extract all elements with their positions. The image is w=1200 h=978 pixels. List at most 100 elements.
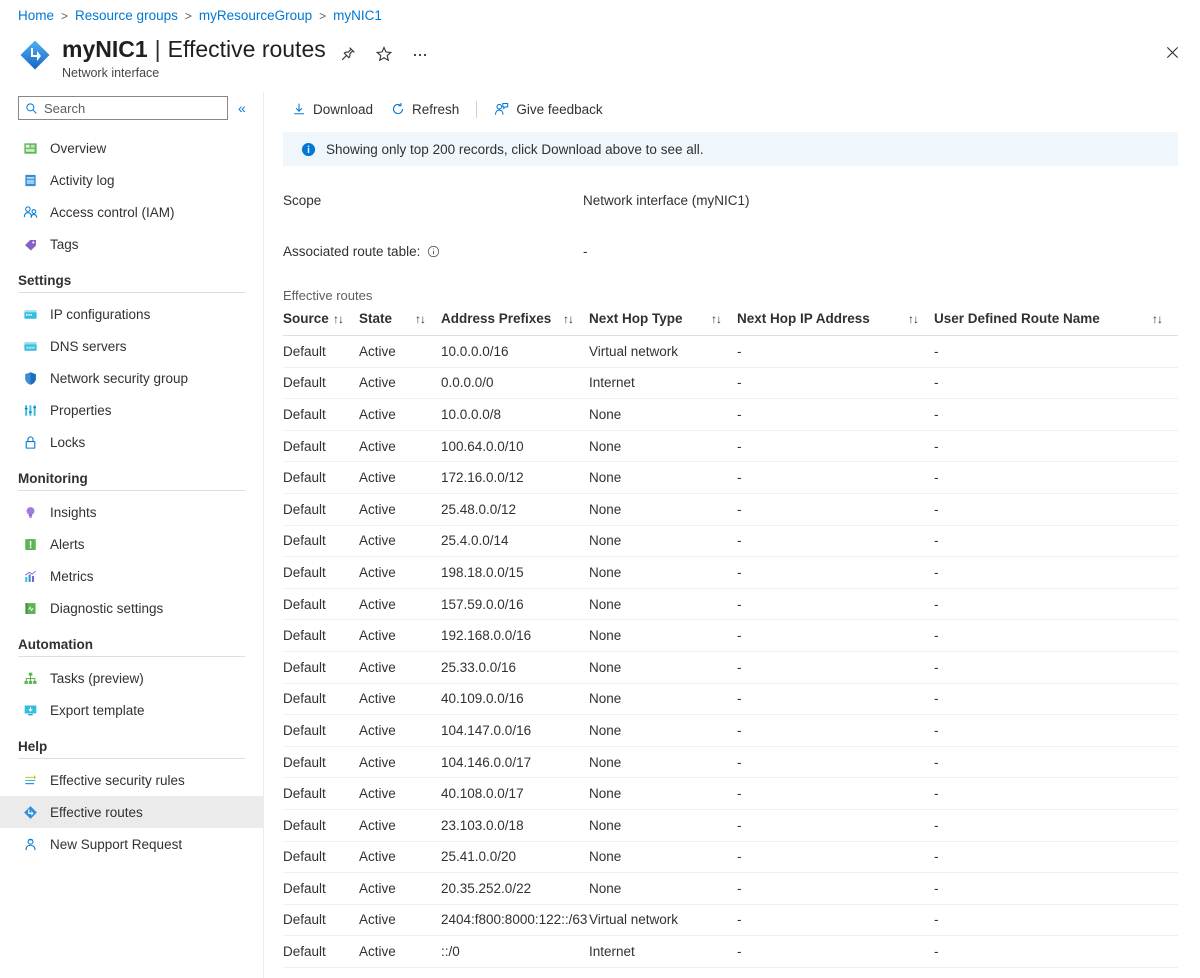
breadcrumb-item-mynic1[interactable]: myNIC1 xyxy=(333,8,382,23)
table-row[interactable]: Default Active 23.103.0.0/18 None - - xyxy=(283,809,1178,842)
column-header-next-hop-ip-address[interactable]: Next Hop IP Address ↑↓ xyxy=(737,311,934,336)
table-row[interactable]: Default Active 2404:f800:8000:122::/63 Virt… xyxy=(283,904,1178,937)
sort-icon-user-defined-route-name[interactable]: ↑↓ xyxy=(1152,312,1178,326)
download-label: Download xyxy=(313,101,374,117)
download-button[interactable]: Download xyxy=(283,95,382,123)
close-icon[interactable] xyxy=(1161,41,1183,63)
cell-state: Active xyxy=(359,619,441,652)
sidebar-item-properties[interactable]: Properties xyxy=(0,394,263,426)
table-row[interactable]: Default Active 0.0.0.0/0 Internet - - xyxy=(283,367,1178,400)
column-header-state[interactable]: State ↑↓ xyxy=(359,311,441,336)
sidebar-item-export-template[interactable]: Export template xyxy=(0,694,263,726)
table-row[interactable]: Default Active 25.41.0.0/20 None - - xyxy=(283,841,1178,874)
column-header-address-prefixes[interactable]: Address Prefixes ↑↓ xyxy=(441,311,589,336)
sidebar-item-locks[interactable]: Locks xyxy=(0,426,263,458)
sort-icon-source[interactable]: ↑↓ xyxy=(333,312,359,326)
column-header-label: Next Hop IP Address xyxy=(737,311,870,326)
breadcrumb-item-resource-groups[interactable]: Resource groups xyxy=(75,8,178,23)
cell-address-prefixes: 25.41.0.0/20 xyxy=(441,841,589,874)
sidebar-item-tasks[interactable]: Tasks (preview) xyxy=(0,662,263,694)
sidebar-item-tags[interactable]: Tags xyxy=(0,228,263,260)
alerts-icon xyxy=(22,536,39,553)
column-header-user-defined-route-name[interactable]: User Defined Route Name ↑↓ xyxy=(934,311,1178,336)
sidebar-item-network-security-group[interactable]: Network security group xyxy=(0,362,263,394)
metrics-icon xyxy=(22,568,39,585)
sidebar-item-ip-configurations[interactable]: IP configurations xyxy=(0,298,263,330)
search-box[interactable] xyxy=(18,96,228,120)
cell-next-hop-type: None xyxy=(589,714,737,747)
table-row[interactable]: Default Active 10.0.0.0/8 None - - xyxy=(283,398,1178,431)
cell-source: Default xyxy=(283,809,359,842)
sidebar-item-diagnostic-settings[interactable]: Diagnostic settings xyxy=(0,592,263,624)
cell-source: Default xyxy=(283,683,359,716)
search-input[interactable] xyxy=(38,98,208,118)
sidebar-collapse-icon[interactable]: « xyxy=(236,99,248,117)
sidebar-item-label: Effective security rules xyxy=(50,772,185,788)
cell-user-defined-route-name: - xyxy=(934,430,1178,463)
lock-icon xyxy=(22,434,39,451)
table-row[interactable]: Default Active 25.4.0.0/14 None - - xyxy=(283,525,1178,558)
cell-user-defined-route-name: - xyxy=(934,651,1178,684)
cell-address-prefixes: 40.109.0.0/16 xyxy=(441,683,589,716)
sidebar-item-overview[interactable]: Overview xyxy=(0,132,263,164)
table-row[interactable]: Default Active 172.16.0.0/12 None - - xyxy=(283,461,1178,494)
sidebar-item-label: Effective routes xyxy=(50,804,143,820)
column-header-next-hop-type[interactable]: Next Hop Type ↑↓ xyxy=(589,311,737,336)
breadcrumb-item-home[interactable]: Home xyxy=(18,8,54,23)
sidebar-item-label: Network security group xyxy=(50,370,189,386)
table-row[interactable]: Default Active 100.64.0.0/10 None - - xyxy=(283,430,1178,463)
search-icon xyxy=(25,102,38,115)
dns-servers-icon: www xyxy=(22,338,39,355)
table-row[interactable]: Default Active 20.35.252.0/22 None - - xyxy=(283,872,1178,905)
breadcrumb-item-myresourcegroup[interactable]: myResourceGroup xyxy=(199,8,312,23)
sidebar-item-new-support-request[interactable]: New Support Request xyxy=(0,828,263,860)
sidebar-item-label: Tags xyxy=(50,236,79,252)
sort-icon-next-hop-type[interactable]: ↑↓ xyxy=(711,312,737,326)
cell-next-hop-type: None xyxy=(589,841,737,874)
column-header-source[interactable]: Source ↑↓ xyxy=(283,311,359,336)
cell-address-prefixes: 25.33.0.0/16 xyxy=(441,651,589,684)
sidebar-item-access-control[interactable]: Access control (IAM) xyxy=(0,196,263,228)
cell-address-prefixes: 25.48.0.0/12 xyxy=(441,493,589,526)
sort-icon-state[interactable]: ↑↓ xyxy=(415,312,441,326)
table-row[interactable]: Default Active::/0 Internet - - xyxy=(283,935,1178,968)
sidebar-item-effective-routes[interactable]: Effective routes xyxy=(0,796,263,828)
cell-user-defined-route-name: - xyxy=(934,461,1178,494)
cell-next-hop-ip-address: - xyxy=(737,746,934,779)
ellipsis-icon[interactable] xyxy=(410,44,430,64)
table-row[interactable]: Default Active 10.0.0.0/16 Virtual network -… xyxy=(283,335,1178,368)
sidebar-item-activity-log[interactable]: Activity log xyxy=(0,164,263,196)
cell-user-defined-route-name: - xyxy=(934,525,1178,558)
cell-user-defined-route-name: - xyxy=(934,904,1178,937)
sidebar-item-dns-servers[interactable]: www DNS servers xyxy=(0,330,263,362)
sidebar-item-effective-security-rules[interactable]: Effective security rules xyxy=(0,764,263,796)
sidebar-item-insights[interactable]: Insights xyxy=(0,496,263,528)
scope-label: Scope xyxy=(283,192,322,208)
table-row[interactable]: Default Active 25.48.0.0/12 None - - xyxy=(283,493,1178,526)
cell-next-hop-ip-address: - xyxy=(737,430,934,463)
pin-icon[interactable] xyxy=(338,44,358,64)
sort-icon-address-prefixes[interactable]: ↑↓ xyxy=(563,312,589,326)
give-feedback-button[interactable]: Give feedback xyxy=(485,95,611,123)
table-row[interactable]: Default Active 40.108.0.0/17 None - - xyxy=(283,777,1178,810)
cell-user-defined-route-name: - xyxy=(934,335,1178,368)
table-row[interactable]: Default Active 104.147.0.0/16 None - - xyxy=(283,714,1178,747)
table-row[interactable]: Default Active 25.33.0.0/16 None - - xyxy=(283,651,1178,684)
star-icon[interactable] xyxy=(374,44,394,64)
cell-state: Active xyxy=(359,841,441,874)
cell-next-hop-ip-address: - xyxy=(737,904,934,937)
table-row[interactable]: Default Active 198.18.0.0/15 None - - xyxy=(283,556,1178,589)
sidebar-item-metrics[interactable]: Metrics xyxy=(0,560,263,592)
refresh-button[interactable]: Refresh xyxy=(382,95,468,123)
table-row[interactable]: Default Active 157.59.0.0/16 None - - xyxy=(283,588,1178,621)
column-header-label: Source xyxy=(283,311,329,326)
info-circle-icon[interactable] xyxy=(427,245,440,258)
cell-source: Default xyxy=(283,777,359,810)
sidebar-group-title-settings: Settings xyxy=(18,273,72,288)
table-row[interactable]: Default Active 192.168.0.0/16 None - - xyxy=(283,619,1178,652)
sort-icon-next-hop-ip-address[interactable]: ↑↓ xyxy=(908,312,934,326)
table-row[interactable]: Default Active 104.146.0.0/17 None - - xyxy=(283,746,1178,779)
cell-next-hop-type: Virtual network xyxy=(589,335,737,368)
table-row[interactable]: Default Active 40.109.0.0/16 None - - xyxy=(283,683,1178,716)
sidebar-item-alerts[interactable]: Alerts xyxy=(0,528,263,560)
